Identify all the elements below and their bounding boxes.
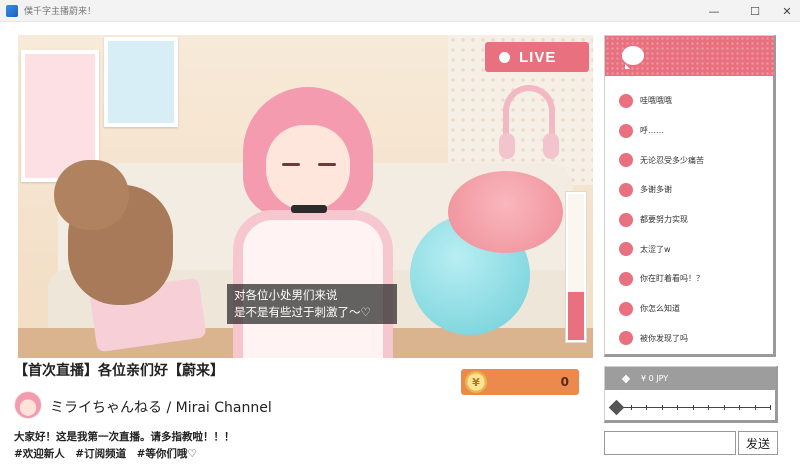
vtuber-eye (318, 163, 336, 166)
user-avatar-icon (619, 93, 633, 108)
stream-title: 【首次直播】各位亲们好【蔚来】 (14, 363, 224, 379)
chat-message-text: 哇哦哦哦 (640, 96, 672, 106)
user-avatar-icon (619, 301, 633, 316)
slider-tick (754, 405, 756, 410)
vtuber-eye (282, 163, 300, 166)
coin-icon: ¥ (465, 371, 487, 393)
chat-panel: 哇哦哦哦呼…… 无论忍受多少痛苦 多谢多谢都要努力实现 太涩了w 你在盯着看吗！？ 你怎么… (604, 35, 776, 357)
channel-avatar[interactable] (14, 391, 42, 419)
excitement-meter-fill (568, 291, 584, 340)
user-avatar-icon (619, 271, 633, 286)
excitement-meter (566, 192, 586, 342)
chat-message-text: 你怎么知道 (640, 304, 680, 314)
chat-message: 都要努力实现 (619, 205, 769, 235)
channel-name[interactable]: ミライちゃんねる / Mirai Channel (50, 397, 272, 417)
chat-message: 你怎么知道 (619, 294, 769, 324)
slider-tick (708, 405, 709, 410)
user-avatar-icon (619, 331, 633, 346)
slider-tick (661, 405, 663, 410)
user-avatar-icon (619, 153, 633, 168)
superchat-header: ¥ 0 JPY (605, 367, 776, 390)
chat-message: 你在盯着看吗！？ (619, 264, 769, 294)
chat-message: 无论忍受多少痛苦 (619, 145, 769, 175)
slider-tick (723, 405, 725, 410)
slider-tick (677, 405, 678, 410)
diamond-icon (621, 374, 631, 383)
stream-description: 大家好！这是我第一次直播。请多指教啦！！！ #欢迎新人 #订阅频道 #等你们哦♡ (14, 429, 235, 463)
tip-counter: ¥ 0 (461, 369, 579, 395)
octopus-plush (448, 171, 563, 253)
maximize-button[interactable]: ☐ (738, 0, 772, 22)
slider-tick (692, 405, 694, 410)
chat-message-text: 多谢多谢 (640, 185, 672, 195)
superchat-panel: ¥ 0 JPY (604, 366, 778, 423)
live-badge: LIVE (485, 42, 589, 72)
slider-tick (646, 405, 647, 410)
window-titlebar: 僕千字主播蔚来！ — ☐ ✕ (0, 0, 800, 22)
chat-message-text: 被你发现了吗 (640, 333, 688, 343)
vtuber-choker (291, 205, 327, 213)
chat-message: 被你发现了吗 (619, 324, 769, 354)
app-icon (6, 4, 18, 17)
chat-message-text: 呼…… (640, 126, 664, 136)
chat-message-list[interactable]: 哇哦哦哦呼…… 无论忍受多少痛苦 多谢多谢都要努力实现 太涩了w 你在盯着看吗！？ 你怎么… (619, 86, 769, 353)
wall-poster (104, 37, 178, 127)
user-avatar-icon (619, 212, 633, 227)
superchat-amount: ¥ 0 JPY (641, 374, 669, 383)
subtitle-box: 对各位小处男们来说 是不是有些过于刺激了～♡ (227, 284, 397, 324)
description-line: 大家好！这是我第一次直播。请多指教啦！！！ (14, 431, 235, 443)
subtitle-line: 对各位小处男们来说 (234, 288, 338, 302)
stream-view: LIVE 对各位小处男们来说 是不是有些过于刺激了～♡ (18, 35, 593, 358)
close-button[interactable]: ✕ (770, 0, 800, 22)
headphones-prop (499, 85, 559, 159)
chat-message: 呼…… (619, 116, 769, 146)
teddy-bear-head (54, 160, 129, 230)
user-avatar-icon (619, 182, 633, 197)
chat-input[interactable] (604, 431, 736, 455)
chat-message: 哇哦哦哦 (619, 86, 769, 116)
slider-tick (630, 405, 632, 410)
tip-value: 0 (560, 375, 569, 389)
slider-tick (770, 405, 771, 410)
chat-message-text: 无论忍受多少痛苦 (640, 155, 704, 165)
minimize-button[interactable]: — (697, 0, 731, 22)
user-avatar-icon (619, 123, 633, 138)
chat-bubble-icon (622, 46, 644, 69)
chat-header (605, 36, 774, 76)
window-title: 僕千字主播蔚来！ (24, 7, 97, 17)
vtuber-face (266, 125, 350, 211)
hashtags: #欢迎新人 #订阅频道 #等你们哦♡ (14, 448, 197, 460)
chat-message-text: 都要努力实现 (640, 215, 688, 225)
slider-tick (739, 405, 740, 410)
chat-message: 多谢多谢 (619, 175, 769, 205)
send-button[interactable]: 发送 (738, 431, 778, 455)
user-avatar-icon (619, 242, 633, 257)
amount-slider-thumb[interactable] (608, 399, 625, 416)
chat-message: 太涩了w (619, 234, 769, 264)
chat-message-text: 太涩了w (640, 244, 671, 254)
live-label: LIVE (519, 48, 557, 66)
subtitle-line: 是不是有些过于刺激了～♡ (234, 305, 371, 319)
chat-message-text: 你在盯着看吗！？ (640, 274, 704, 284)
live-dot-icon (499, 51, 510, 63)
amount-slider-track[interactable] (615, 405, 771, 410)
